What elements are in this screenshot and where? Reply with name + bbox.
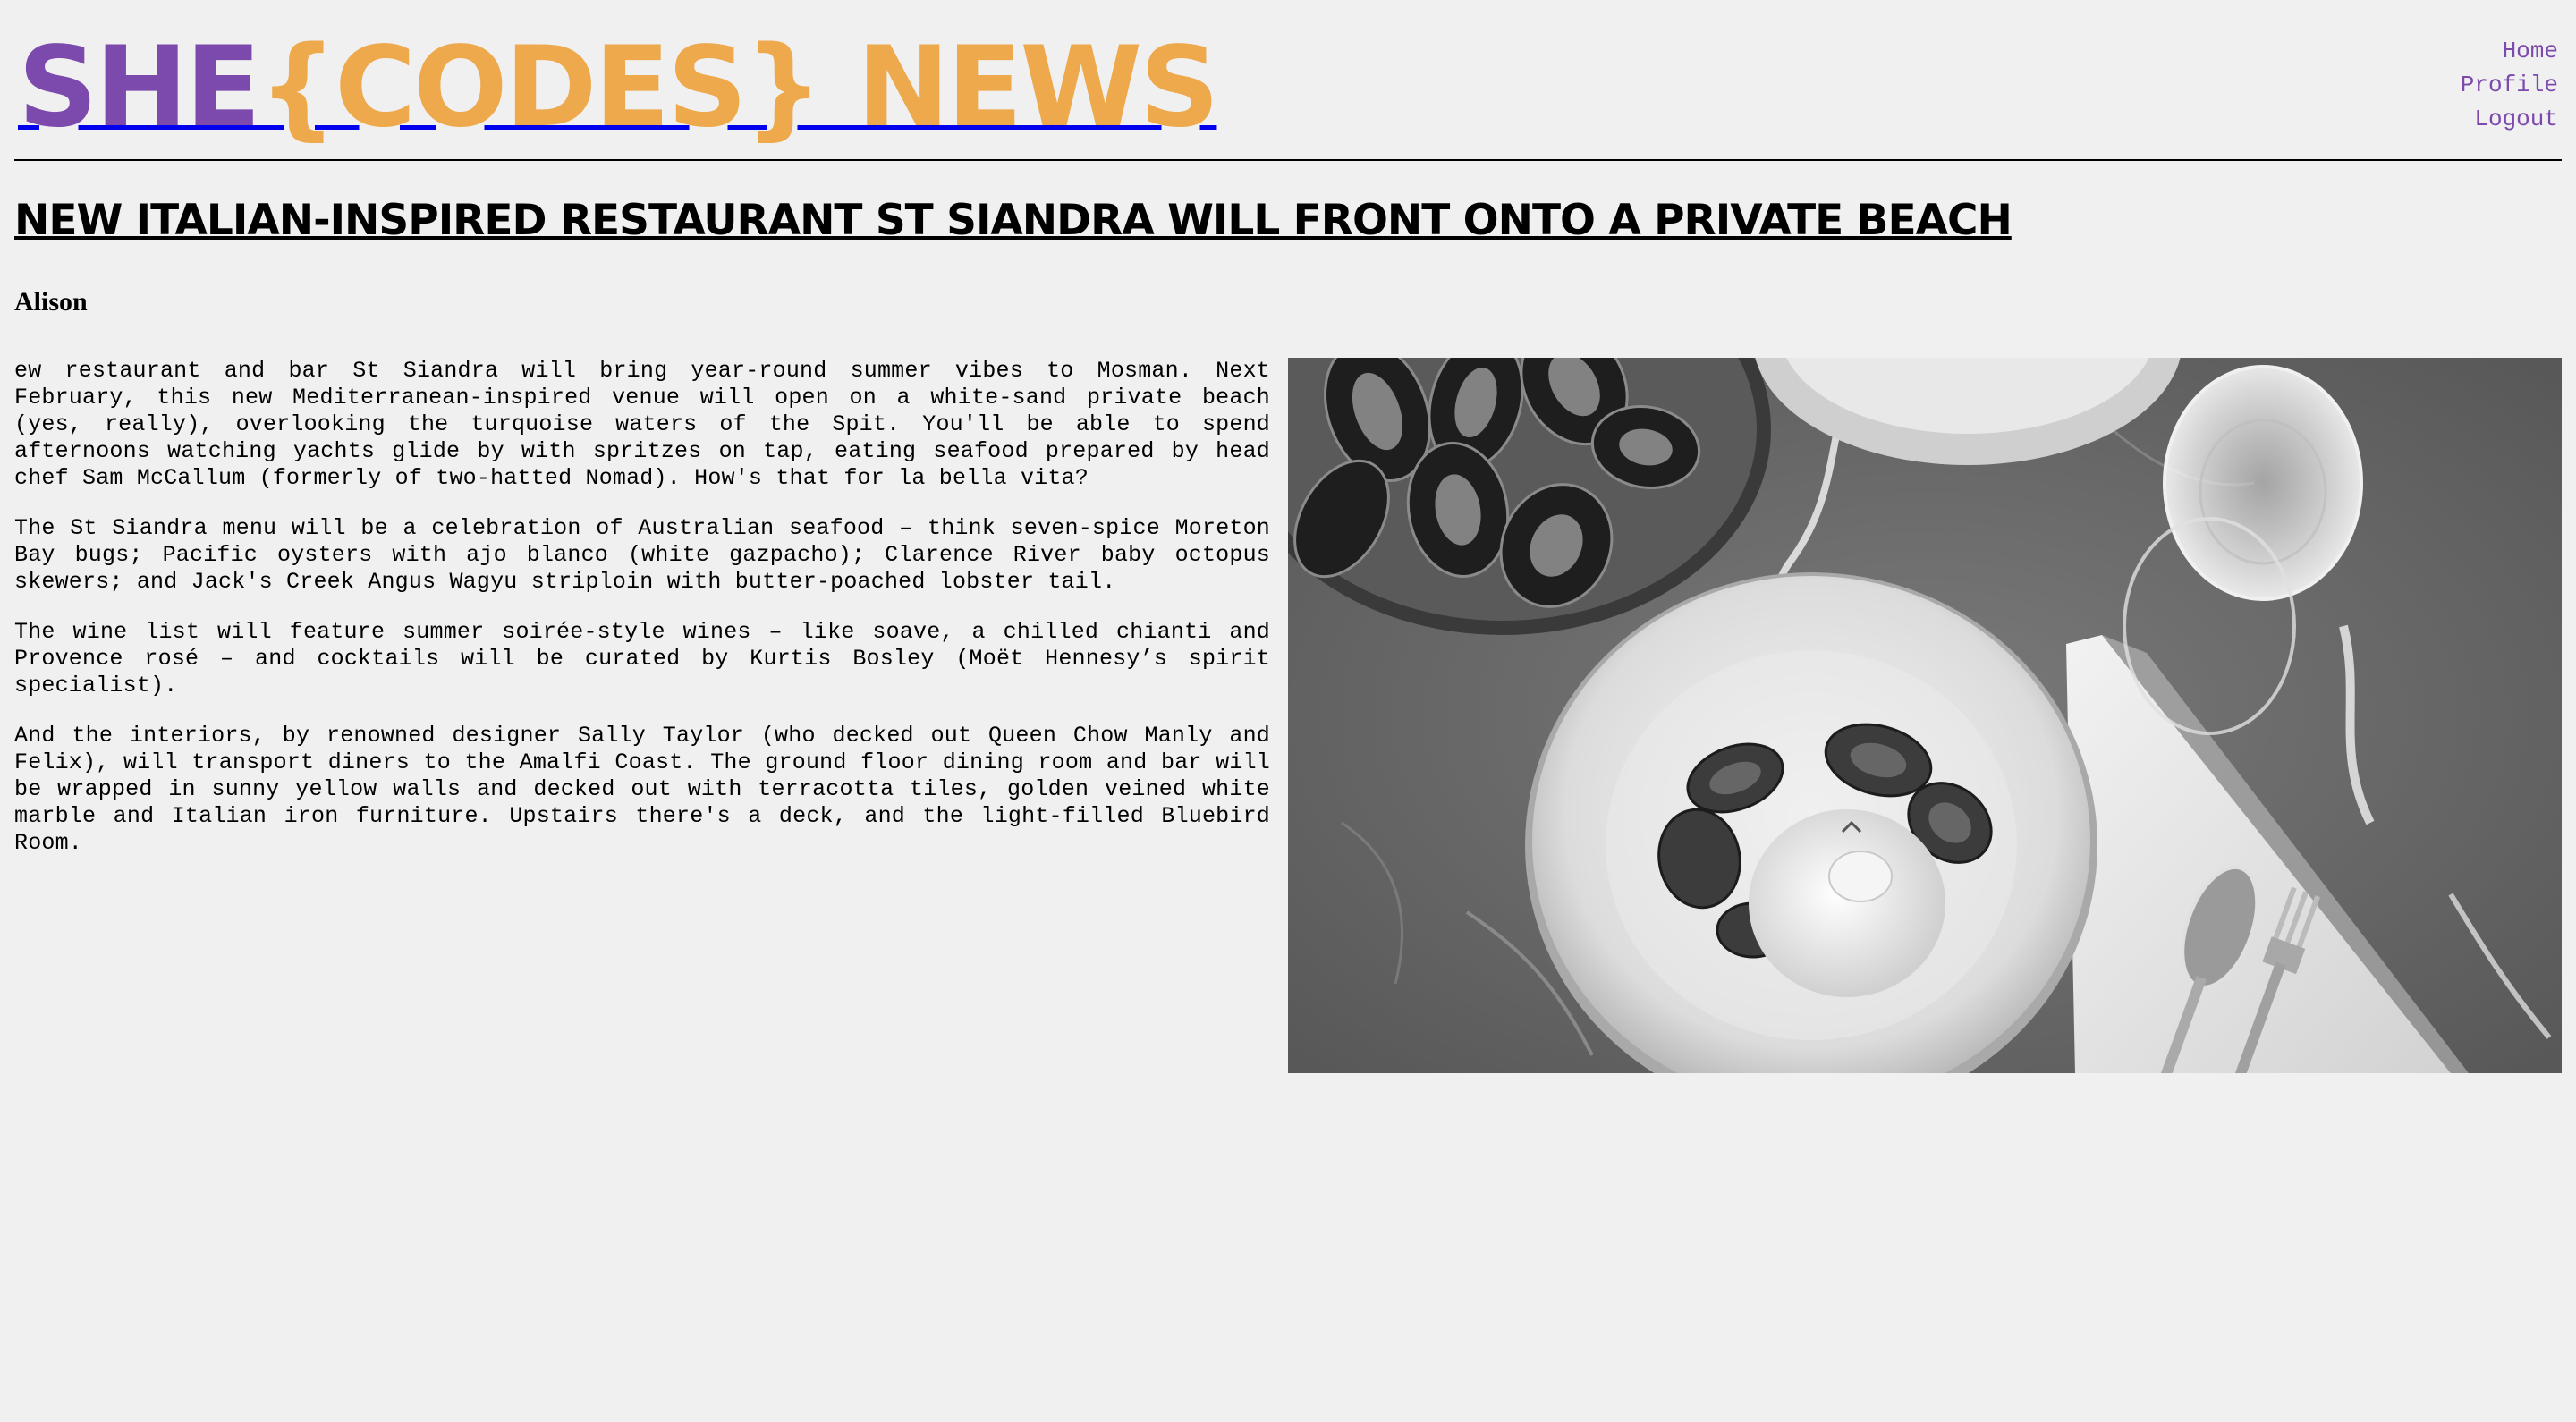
site-header: SHE{CODES} NEWS Home Profile Logout [14, 0, 2562, 161]
main-nav: Home Profile Logout [2461, 36, 2558, 134]
page: SHE{CODES} NEWS Home Profile Logout NEW … [0, 0, 2576, 1422]
nav-home-link[interactable]: Home [2461, 36, 2558, 66]
article-paragraph: The wine list will feature summer soirée… [14, 619, 1270, 698]
logo-she-text: SHE [18, 23, 261, 152]
article-author: Alison [14, 287, 88, 317]
site-logo[interactable]: SHE{CODES} NEWS [18, 23, 1220, 152]
nav-profile-link[interactable]: Profile [2461, 70, 2558, 100]
article-title: NEW ITALIAN-INSPIRED RESTAURANT ST SIAND… [14, 196, 2012, 245]
article-paragraph: The St Siandra menu will be a celebratio… [14, 515, 1270, 595]
logo-codes-news-text: {CODES} NEWS [258, 23, 1220, 152]
nav-logout-link[interactable]: Logout [2461, 104, 2558, 134]
article-paragraph: And the interiors, by renowned designer … [14, 723, 1270, 856]
article-body: ew restaurant and bar St Siandra will br… [14, 358, 1270, 880]
article-paragraph: ew restaurant and bar St Siandra will br… [14, 358, 1270, 491]
food-photo-illustration [1288, 358, 2562, 1073]
article-hero-image [1288, 358, 2562, 1073]
